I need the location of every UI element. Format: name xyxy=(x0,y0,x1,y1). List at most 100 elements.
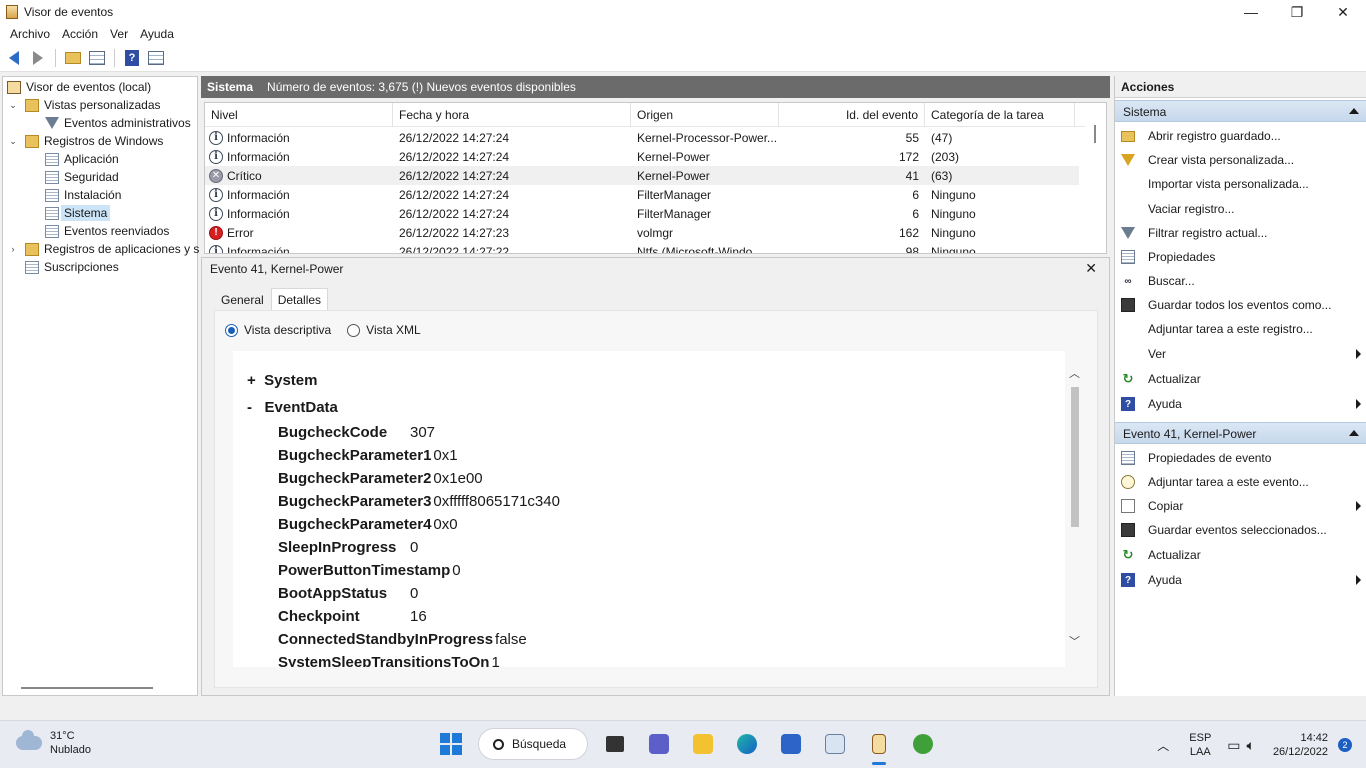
action-event-properties[interactable]: Propiedades de evento xyxy=(1121,448,1361,468)
tree-item-windows-logs[interactable]: ⌄ Registros de Windows xyxy=(7,132,163,150)
tree-item-forwarded[interactable]: Eventos reenviados xyxy=(45,222,169,240)
minimize-button[interactable]: — xyxy=(1228,0,1274,24)
network-icon[interactable]: ▭ xyxy=(1227,737,1240,754)
tree-item-subscriptions[interactable]: Suscripciones xyxy=(25,258,119,276)
chevron-down-icon[interactable]: ⌄ xyxy=(7,100,19,111)
tree-item-admin-events[interactable]: Eventos administrativos xyxy=(45,114,191,132)
table-row[interactable]: i Información 26/12/2022 14:27:22 Ntfs (M… xyxy=(205,242,1079,254)
menu-ver[interactable]: Ver xyxy=(104,27,134,41)
teams-chat-button[interactable] xyxy=(642,727,676,761)
expand-toggle[interactable]: + xyxy=(247,372,256,389)
column-header-source[interactable]: Origen xyxy=(631,103,779,127)
action-filter-current-log[interactable]: Filtrar registro actual... xyxy=(1121,223,1361,243)
action-help-event[interactable]: ? Ayuda xyxy=(1121,570,1361,590)
eventdata-section[interactable]: - EventData xyxy=(247,399,338,416)
table-row[interactable]: i Información 26/12/2022 14:27:24 Kernel-… xyxy=(205,147,1079,166)
clock[interactable]: 14:42 26/12/2022 xyxy=(1273,731,1328,759)
task-view-button[interactable] xyxy=(598,727,632,761)
action-save-all-events[interactable]: Guardar todos los eventos como... xyxy=(1121,295,1361,315)
utorrent-button[interactable] xyxy=(906,727,940,761)
column-header-level[interactable]: Nivel xyxy=(205,103,393,127)
tree-item-root[interactable]: Visor de eventos (local) xyxy=(7,78,151,96)
menu-archivo[interactable]: Archivo xyxy=(4,27,56,41)
event-category: Ninguno xyxy=(931,244,976,254)
action-import-custom-view[interactable]: Importar vista personalizada... xyxy=(1121,174,1361,194)
table-row[interactable]: ! Error 26/12/2022 14:27:23 volmgr 162 Ni… xyxy=(205,223,1079,242)
action-create-custom-view[interactable]: Crear vista personalizada... xyxy=(1121,150,1361,170)
table-row[interactable]: i Información 26/12/2022 14:27:24 FilterM… xyxy=(205,204,1079,223)
start-button[interactable] xyxy=(434,727,468,761)
help-button[interactable]: ? xyxy=(122,48,142,68)
menu-ayuda[interactable]: Ayuda xyxy=(134,27,180,41)
scroll-up-icon[interactable]: ︿ xyxy=(1069,365,1080,381)
column-header-date[interactable]: Fecha y hora xyxy=(393,103,631,127)
show-hide-actions-button[interactable] xyxy=(146,48,166,68)
store-button[interactable] xyxy=(774,727,808,761)
event-level: Información xyxy=(227,187,290,202)
collapse-toggle[interactable]: - xyxy=(247,399,252,416)
system-section[interactable]: + System xyxy=(247,372,317,389)
collapse-caret-icon[interactable] xyxy=(1349,108,1359,114)
action-copy[interactable]: Copiar xyxy=(1121,496,1361,516)
log-header: Sistema Número de eventos: 3,675 (!) Nue… xyxy=(201,76,1110,98)
volume-icon[interactable]: 🔈︎ xyxy=(1247,737,1255,754)
menu-accion[interactable]: Acción xyxy=(56,27,104,41)
event-list-scrollbar[interactable] xyxy=(1094,125,1096,143)
radio-selected-icon xyxy=(225,323,238,337)
tree-item-app-services[interactable]: › Registros de aplicaciones y s xyxy=(7,240,200,258)
action-label: Adjuntar tarea a este registro... xyxy=(1148,322,1313,336)
weather-widget[interactable]: 31°C Nublado xyxy=(16,729,91,757)
action-open-saved-log[interactable]: Abrir registro guardado... xyxy=(1121,126,1361,146)
maximize-button[interactable]: ❐ xyxy=(1274,0,1320,24)
scrollbar-thumb[interactable] xyxy=(1071,387,1079,527)
radio-friendly-view[interactable]: Vista descriptiva xyxy=(225,323,331,337)
column-header-event-id[interactable]: Id. del evento xyxy=(779,103,925,127)
action-attach-task-log[interactable]: Adjuntar tarea a este registro... xyxy=(1121,319,1361,339)
back-button[interactable] xyxy=(4,48,24,68)
action-save-selected-events[interactable]: Guardar eventos seleccionados... xyxy=(1121,520,1361,540)
taskbar-search[interactable]: Búsqueda xyxy=(478,728,588,760)
chevron-right-icon[interactable]: › xyxy=(7,244,19,254)
scroll-down-icon[interactable]: ﹀ xyxy=(1069,633,1080,649)
performance-monitor-button[interactable] xyxy=(818,727,852,761)
table-row[interactable]: i Información 26/12/2022 14:27:24 Kernel-… xyxy=(205,128,1079,147)
action-properties[interactable]: Propiedades xyxy=(1121,247,1361,267)
edge-button[interactable] xyxy=(730,727,764,761)
notification-badge[interactable]: 2 xyxy=(1338,738,1352,752)
tree-item-application[interactable]: Aplicación xyxy=(45,150,119,168)
action-refresh[interactable]: ↻ Actualizar xyxy=(1121,369,1361,389)
chevron-down-icon[interactable]: ⌄ xyxy=(7,136,19,147)
event-level: Información xyxy=(227,130,290,145)
tree-item-security[interactable]: Seguridad xyxy=(45,168,119,186)
detail-scrollbar[interactable]: ︿ ﹀ xyxy=(1067,351,1083,667)
close-button[interactable]: ✕ xyxy=(1320,0,1366,24)
actions-group-event[interactable]: Evento 41, Kernel-Power xyxy=(1115,422,1366,444)
event-viewer-taskbar-button[interactable] xyxy=(862,727,896,765)
action-clear-log[interactable]: Vaciar registro... xyxy=(1121,199,1361,219)
column-header-category[interactable]: Categoría de la tarea xyxy=(925,103,1075,127)
chevron-up-icon[interactable]: ︿ xyxy=(1157,737,1169,754)
tree-item-system[interactable]: Sistema xyxy=(45,204,111,222)
table-row[interactable]: i Información 26/12/2022 14:27:24 FilterM… xyxy=(205,185,1079,204)
table-row-selected[interactable]: ✕ Crítico 26/12/2022 14:27:24 Kernel-Powe… xyxy=(205,166,1079,185)
action-view[interactable]: Ver xyxy=(1121,344,1361,364)
radio-xml-view[interactable]: Vista XML xyxy=(347,323,421,337)
action-help[interactable]: ? Ayuda xyxy=(1121,394,1361,414)
language-indicator[interactable]: ESP LAA xyxy=(1189,731,1211,759)
action-refresh-event[interactable]: ↻ Actualizar xyxy=(1121,545,1361,565)
detail-close-icon[interactable]: ✕ xyxy=(1085,260,1097,277)
info-icon: i xyxy=(209,149,223,164)
file-explorer-button[interactable] xyxy=(686,727,720,761)
actions-group-system[interactable]: Sistema xyxy=(1115,100,1366,122)
action-attach-task-event[interactable]: Adjuntar tarea a este evento... xyxy=(1121,472,1361,492)
forward-button[interactable] xyxy=(28,48,48,68)
tree-horizontal-scrollbar[interactable] xyxy=(21,687,153,689)
tree-item-setup[interactable]: Instalación xyxy=(45,186,121,204)
tab-general[interactable]: General xyxy=(214,288,271,310)
up-folder-button[interactable] xyxy=(63,48,83,68)
action-find[interactable]: ∞ Buscar... xyxy=(1121,271,1361,291)
tree-item-custom-views[interactable]: ⌄ Vistas personalizadas xyxy=(7,96,160,114)
collapse-caret-icon[interactable] xyxy=(1349,430,1359,436)
tab-details[interactable]: Detalles xyxy=(270,288,329,310)
show-hide-tree-button[interactable] xyxy=(87,48,107,68)
